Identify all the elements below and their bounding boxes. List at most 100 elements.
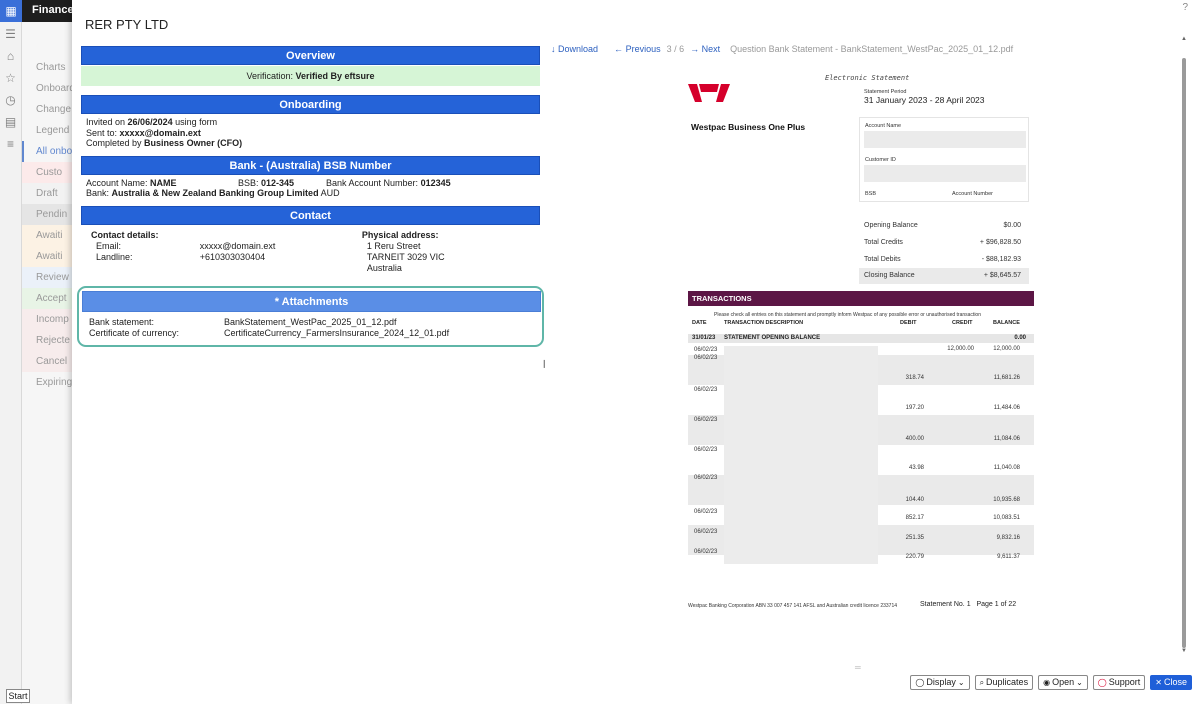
column-resize-handle[interactable]: ❙ xyxy=(541,359,548,368)
page-title: RER PTY LTD xyxy=(85,17,169,32)
help-icon[interactable]: ? xyxy=(1182,2,1188,13)
transaction-debit: 220.79 xyxy=(905,554,924,560)
transaction-balance: 11,484.06 xyxy=(993,405,1020,411)
account-name: NAME xyxy=(150,177,177,188)
transactions-note: Please check all entries on this stateme… xyxy=(714,312,981,318)
overview-header: Overview xyxy=(81,46,540,65)
globe-icon: ◉ xyxy=(1043,678,1051,687)
sent-to-email: xxxxx@domain.ext xyxy=(119,127,201,138)
statement-type: Electronic Statement xyxy=(825,74,910,82)
download-button[interactable]: ↓ Download xyxy=(551,44,598,54)
contact-email: xxxxx@domain.ext xyxy=(199,240,276,251)
redacted-account-name xyxy=(864,131,1026,148)
transaction-debit: 43.98 xyxy=(908,465,924,471)
transaction-debit: 104.40 xyxy=(905,497,924,503)
contact-details: Contact details: Email: Landline: xxxxx@… xyxy=(81,225,540,279)
verification-value: Verified By eftsure xyxy=(295,71,375,81)
onboarding-header: Onboarding xyxy=(81,95,540,114)
attachment-bank-statement-link[interactable]: BankStatement_WestPac_2025_01_12.pdf xyxy=(224,317,396,328)
action-bar: ◯ Display ⌄ ⌕ Duplicates ◉ Open ⌄ ◯ Support ✕ C… xyxy=(910,675,1192,690)
download-icon: ↓ xyxy=(551,44,556,54)
transaction-date: 06/02/23 xyxy=(694,529,718,535)
bank-header: Bank - (Australia) BSB Number xyxy=(81,155,540,175)
transaction-debit: 400.00 xyxy=(905,436,924,442)
scroll-thumb xyxy=(1182,58,1186,648)
duplicates-button[interactable]: ⌕ Duplicates xyxy=(974,675,1034,690)
transaction-debit: 318.74 xyxy=(905,375,924,381)
transaction-date: 06/02/23 xyxy=(694,549,718,555)
previous-button[interactable]: ← Previous xyxy=(614,44,661,54)
statement-footer: Westpac Banking Corporation ABN 33 007 4… xyxy=(688,603,898,609)
scroll-up-icon: ▲ xyxy=(1181,36,1187,42)
transaction-date: 06/02/23 xyxy=(694,347,718,353)
viewer-toolbar: ↓ Download ← Previous 3 / 6 → Next Quest… xyxy=(551,44,1013,54)
account-info-box: Account Name Customer ID BSB Account Num… xyxy=(859,117,1029,202)
account-number: 012345 xyxy=(420,177,451,188)
close-button[interactable]: ✕ Close xyxy=(1150,675,1192,690)
modal-overlay xyxy=(0,22,72,704)
balance-row: Closing Balance + $8,645.57 xyxy=(859,268,1029,284)
transactions-header: TRANSACTIONS xyxy=(688,291,1034,306)
transaction-date: 06/02/23 xyxy=(694,475,718,481)
opening-balance-row: 31/01/23 STATEMENT OPENING BALANCE 0.00 xyxy=(688,334,1034,343)
viewer-scrollbar[interactable]: ▲ ▼ xyxy=(1180,36,1188,656)
arrow-left-icon: ← xyxy=(614,44,624,54)
address-line2: TARNEIT 3029 VIC xyxy=(366,251,445,262)
lifebuoy-icon: ◯ xyxy=(1097,678,1107,687)
detail-panel: RER PTY LTD ? Overview Verification: Ver… xyxy=(72,0,1200,704)
page-indicator: 3 / 6 xyxy=(666,44,685,54)
arrow-right-icon: → xyxy=(690,44,700,54)
balance-row: Total Debits - $88,182.93 xyxy=(864,256,1021,263)
product-name: Westpac Business One Plus xyxy=(691,122,806,132)
app-launcher-icon[interactable]: ▦ xyxy=(0,0,22,22)
eye-icon: ◯ xyxy=(915,678,925,687)
transaction-date: 06/02/23 xyxy=(694,509,718,515)
transaction-balance: 12,000.00 xyxy=(993,346,1020,352)
transaction-date: 06/02/23 xyxy=(694,387,718,393)
completed-by: Business Owner (CFO) xyxy=(144,138,243,148)
verification-status: Verification: Verified By eftsure xyxy=(81,66,540,86)
start-button[interactable]: Start xyxy=(6,689,30,703)
transaction-date: 06/02/23 xyxy=(694,447,718,453)
bank-details: Account Name: NAME BSB: 012-345 Bank Acc… xyxy=(86,177,451,199)
chevron-down-icon: ⌄ xyxy=(957,678,965,687)
transaction-balance: 10,935.68 xyxy=(993,497,1020,503)
attachment-certificate-link[interactable]: CertificateCurrency_FarmersInsurance_202… xyxy=(224,328,449,339)
contact-header: Contact xyxy=(81,205,540,225)
transaction-balance: 11,084.06 xyxy=(993,436,1020,442)
support-button[interactable]: ◯ Support xyxy=(1092,675,1146,690)
address-line3: Australia xyxy=(366,262,402,273)
next-button[interactable]: → Next xyxy=(690,44,720,54)
document-title: Question Bank Statement - BankStatement_… xyxy=(730,44,1014,54)
chevron-down-icon: ⌄ xyxy=(1076,678,1083,687)
statement-number: Statement No. 1 Page 1 of 22 xyxy=(920,601,1017,608)
balance-row: Total Credits + $96,828.50 xyxy=(864,239,1021,246)
transaction-balance: 11,040.08 xyxy=(993,465,1020,471)
currency: AUD xyxy=(320,188,340,198)
details-column: Overview Verification: Verified By eftsu… xyxy=(81,46,540,279)
attachment-row: Certificate of currency: CertificateCurr… xyxy=(89,327,450,339)
transaction-credit: 12,000.00 xyxy=(947,346,974,352)
address-line1: 1 Reru Street xyxy=(366,240,421,251)
invited-date: 26/06/2024 xyxy=(127,117,173,127)
redacted-customer-id xyxy=(864,165,1026,182)
onboarding-details: Invited on 26/06/2024 using form Sent to… xyxy=(86,117,243,148)
attachments-list: Bank statement: BankStatement_WestPac_20… xyxy=(89,317,449,338)
open-button[interactable]: ◉ Open ⌄ xyxy=(1038,675,1088,690)
display-button[interactable]: ◯ Display ⌄ xyxy=(910,675,970,690)
transaction-balance: 9,611.37 xyxy=(997,554,1020,560)
transaction-balance: 9,832.16 xyxy=(996,535,1020,541)
redacted-descriptions xyxy=(724,346,878,564)
transaction-date: 06/02/23 xyxy=(694,417,718,423)
transaction-debit: 852.17 xyxy=(905,515,924,521)
balance-row: Opening Balance $0.00 xyxy=(864,222,1021,229)
search-icon: ⌕ xyxy=(979,678,985,687)
transaction-date: 06/02/23 xyxy=(694,355,718,361)
westpac-logo-icon xyxy=(688,84,730,102)
statement-period: 31 January 2023 - 28 April 2023 xyxy=(864,95,985,105)
pane-resize-handle[interactable]: ═ xyxy=(855,663,861,672)
contact-landline: +610303030404 xyxy=(199,251,266,262)
bank-statement-document: Electronic Statement Statement Period 31… xyxy=(684,65,1038,625)
transaction-balance: 10,083.51 xyxy=(993,515,1020,521)
scroll-down-icon: ▼ xyxy=(1181,648,1187,654)
